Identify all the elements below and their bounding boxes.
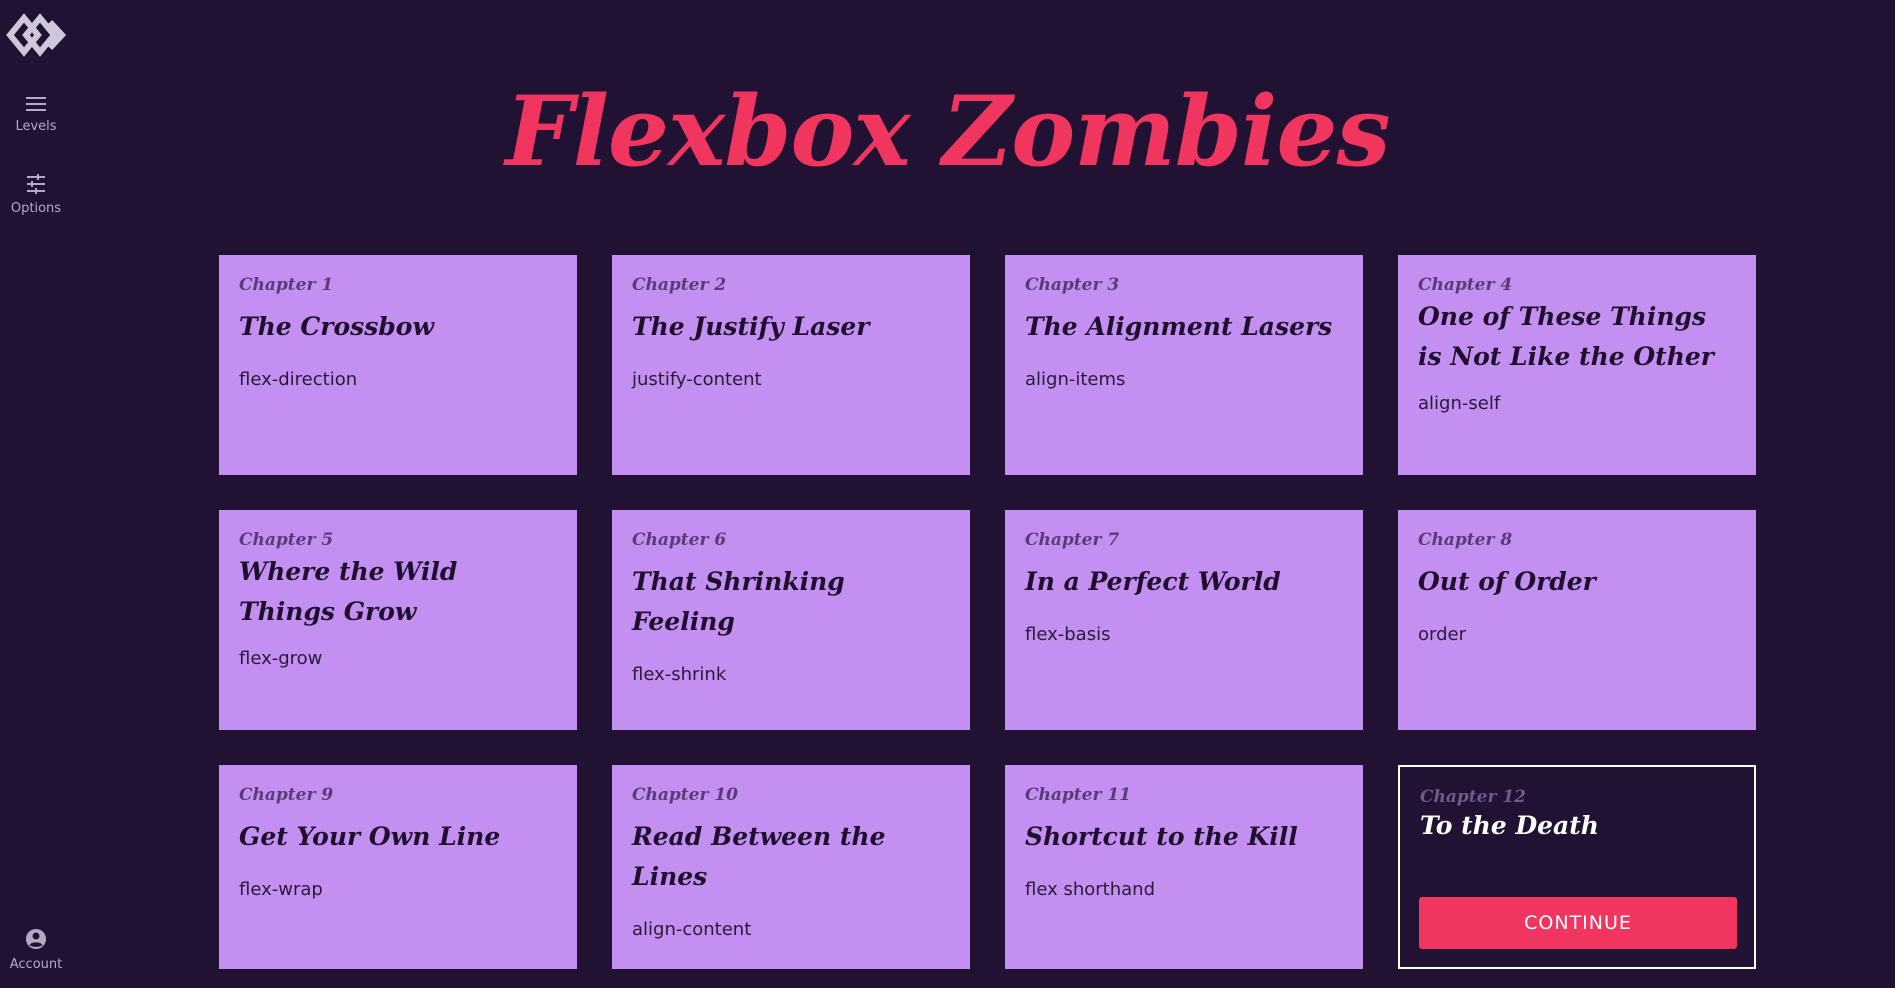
chapter-card-9[interactable]: Chapter 9 Get Your Own Line flex-wrap — [219, 765, 577, 969]
chapter-number: Chapter 1 — [239, 275, 334, 295]
chapter-number: Chapter 7 — [1025, 530, 1120, 550]
options-label: Options — [10, 201, 62, 216]
account-icon — [26, 929, 46, 949]
chapter-grid: Chapter 1 The Crossbow flex-direction Ch… — [219, 255, 1757, 970]
chapter-property: align-self — [1418, 393, 1501, 414]
chapter-title: One of These Things is Not Like the Othe… — [1418, 302, 1714, 371]
chapter-property: flex-wrap — [239, 879, 323, 900]
chapter-title: In a Perfect World — [1025, 567, 1281, 596]
page-title: Flexbox Zombies — [505, 75, 1390, 188]
chapter-number: Chapter 4 — [1418, 275, 1513, 295]
chapter-card-6[interactable]: Chapter 6 That Shrinking Feeling flex-sh… — [612, 510, 970, 730]
chapter-card-11[interactable]: Chapter 11 Shortcut to the Kill flex sho… — [1005, 765, 1363, 969]
chapter-title: Read Between the Lines — [632, 822, 886, 891]
chapter-card-4[interactable]: Chapter 4 One of These Things is Not Lik… — [1398, 255, 1756, 475]
chapter-property: flex-basis — [1025, 624, 1111, 645]
continue-button[interactable]: CONTINUE — [1419, 897, 1737, 949]
chapter-card-7[interactable]: Chapter 7 In a Perfect World flex-basis — [1005, 510, 1363, 730]
chapter-property: flex shorthand — [1025, 879, 1155, 900]
chapter-title: That Shrinking Feeling — [632, 567, 845, 636]
chapter-title: The Crossbow — [239, 312, 434, 341]
chapter-property: flex-direction — [239, 369, 358, 390]
chapter-property: align-items — [1025, 369, 1126, 390]
chapter-number: Chapter 3 — [1025, 275, 1120, 295]
chapter-title: To the Death — [1420, 811, 1599, 840]
account-label: Account — [9, 957, 63, 972]
chapter-number: Chapter 11 — [1025, 785, 1131, 805]
chapter-property: flex-shrink — [632, 664, 727, 685]
chapter-card-1[interactable]: Chapter 1 The Crossbow flex-direction — [219, 255, 577, 475]
logo-icon[interactable] — [6, 12, 67, 58]
chapter-number: Chapter 10 — [632, 785, 738, 805]
chapter-property: align-content — [632, 919, 752, 940]
chapter-card-5[interactable]: Chapter 5 Where the Wild Things Grow fle… — [219, 510, 577, 730]
chapter-title: The Alignment Lasers — [1025, 312, 1333, 341]
chapter-card-10[interactable]: Chapter 10 Read Between the Lines align-… — [612, 765, 970, 969]
chapter-card-12: Chapter 12 To the Death CONTINUE — [1398, 765, 1756, 969]
chapter-number: Chapter 2 — [632, 275, 727, 295]
chapter-number: Chapter 6 — [632, 530, 727, 550]
account-button[interactable]: Account — [0, 928, 72, 972]
chapter-number: Chapter 5 — [239, 530, 334, 550]
chapter-title: The Justify Laser — [632, 312, 870, 341]
chapter-title: Shortcut to the Kill — [1025, 822, 1298, 851]
chapter-number: Chapter 8 — [1418, 530, 1513, 550]
chapter-card-3[interactable]: Chapter 3 The Alignment Lasers align-ite… — [1005, 255, 1363, 475]
chapter-card-8[interactable]: Chapter 8 Out of Order order — [1398, 510, 1756, 730]
chapter-card-2[interactable]: Chapter 2 The Justify Laser justify-cont… — [612, 255, 970, 475]
chapter-number: Chapter 12 — [1420, 787, 1526, 807]
chapter-title: Get Your Own Line — [239, 822, 501, 851]
chapter-title: Where the Wild Things Grow — [239, 557, 458, 626]
chapter-number: Chapter 9 — [239, 785, 334, 805]
chapter-property: justify-content — [632, 369, 762, 390]
chapter-property: flex-grow — [239, 648, 323, 669]
chapter-property: order — [1418, 624, 1466, 645]
chapter-title: Out of Order — [1418, 567, 1596, 596]
